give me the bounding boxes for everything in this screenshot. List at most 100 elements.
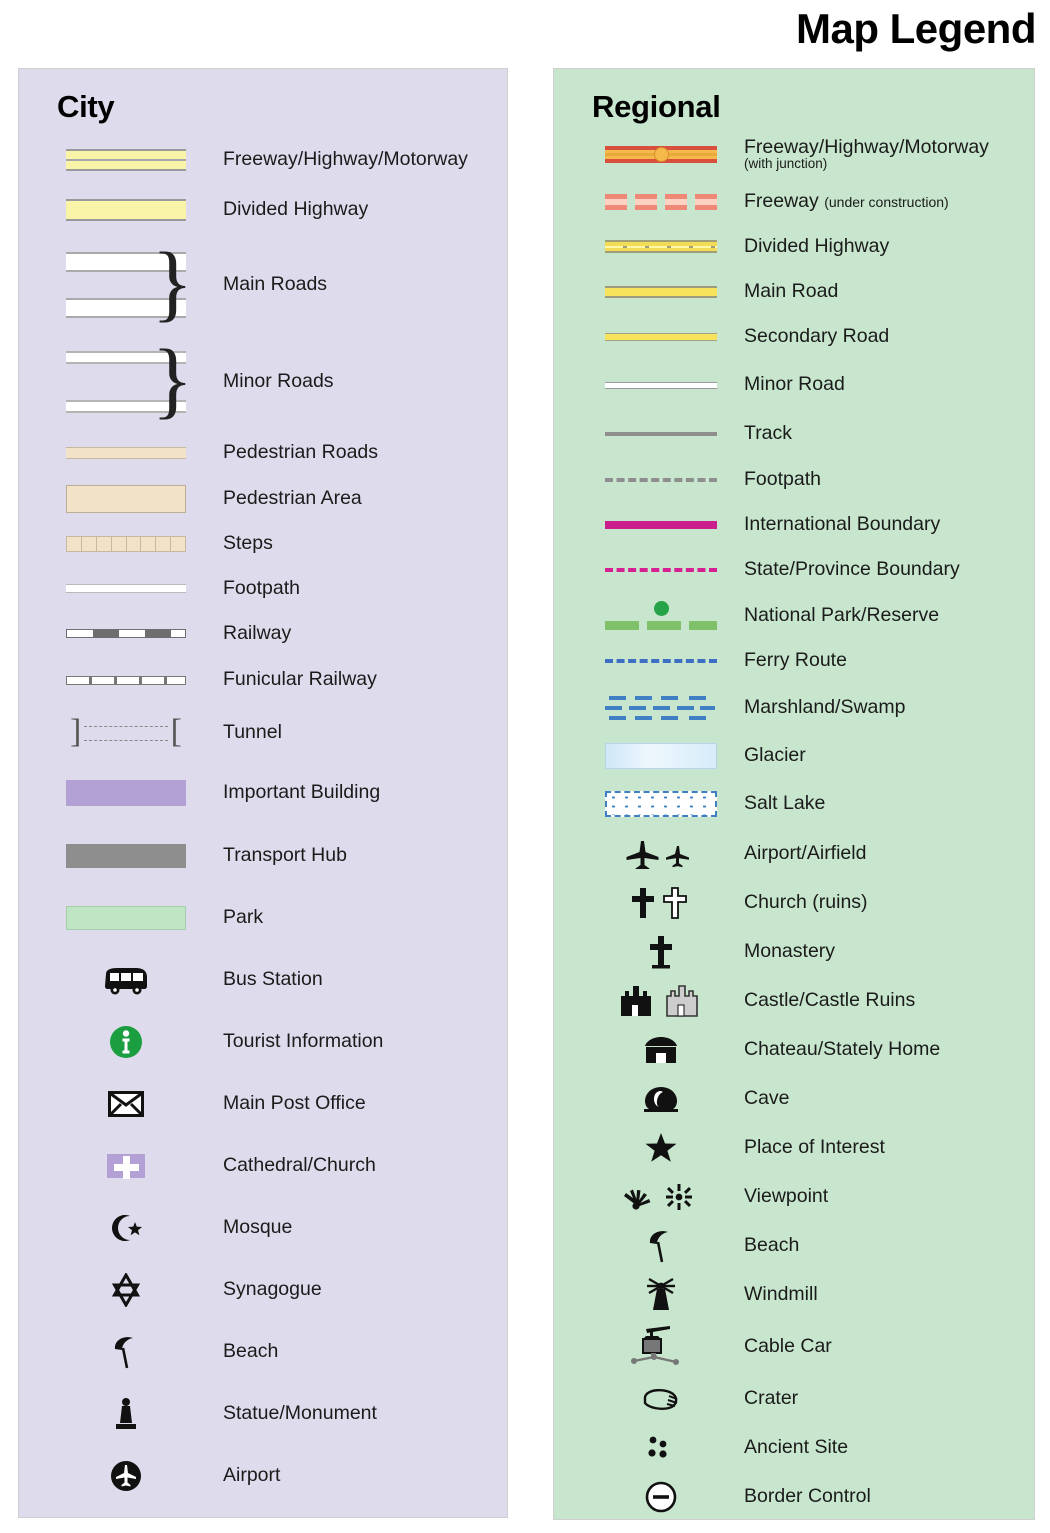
list-item[interactable]: Minor Road [554,360,1034,410]
list-item[interactable]: Important Building [19,761,507,824]
list-item[interactable]: Transport Hub [19,824,507,887]
list-item-label-main: Freeway/Highway/Motorway [744,135,989,158]
list-item[interactable]: State/Province Boundary [554,547,1034,593]
list-item[interactable]: National Park/Reserve [554,593,1034,638]
pedestrian-road-band-symbol [51,447,201,459]
list-item-label: Important Building [223,780,381,803]
list-item[interactable]: Viewpoint [554,1172,1034,1221]
list-item-label: Main Road [744,279,839,302]
list-item[interactable]: Marshland/Swamp [554,684,1034,732]
list-item[interactable]: Place of Interest [554,1123,1034,1172]
national-park-line-symbol [596,601,726,630]
list-item[interactable]: Monastery [554,927,1034,976]
list-item[interactable]: Beach [554,1221,1034,1270]
list-item[interactable]: Salt Lake [554,779,1034,829]
list-item[interactable]: Airport [19,1445,507,1507]
main-roads-group-symbol: } [51,239,201,325]
list-item[interactable]: Track [554,410,1034,458]
crater-icon-glyph [643,1388,678,1410]
list-item[interactable]: } Main Roads [19,236,507,334]
pedestrian-area-swatch-symbol [51,484,201,513]
star-of-david-icon-glyph [111,1273,141,1307]
chateau-icon-glyph [645,1036,677,1063]
list-item[interactable]: Synagogue [19,1259,507,1321]
list-item[interactable]: ] [ Tunnel [19,704,507,761]
airplane-pair-icon [596,839,726,869]
border-control-icon-glyph [645,1481,677,1512]
list-item[interactable]: Cave [554,1074,1034,1123]
crescent-star-icon [51,1212,201,1244]
funicular-band-symbol [51,675,201,685]
list-item[interactable]: Footpath [554,458,1034,502]
beach-umbrella-icon [51,1335,201,1369]
list-item-label: Airport/Airfield [744,841,867,864]
list-item[interactable]: Footpath [19,566,507,611]
list-item[interactable]: Funicular Railway [19,656,507,704]
list-item[interactable]: Railway [19,611,507,656]
list-item[interactable]: Ferry Route [554,638,1034,684]
list-item[interactable]: Freeway/Highway/Motorway (with junction) [554,128,1034,180]
list-item[interactable]: Beach [19,1321,507,1383]
list-item-label: Mosque [223,1216,293,1239]
list-item-label: Main Roads [223,273,328,296]
list-item-label: Castle/Castle Ruins [744,988,916,1011]
list-item-label: International Boundary [744,512,941,535]
list-item[interactable]: Freeway (under construction) [554,180,1034,224]
information-icon-glyph [110,1026,142,1058]
list-item[interactable]: Freeway/Highway/Motorway [19,136,507,184]
marshland-pattern-symbol [596,693,726,723]
list-item[interactable]: Cathedral/Church [19,1135,507,1197]
list-item-label: Glacier [744,743,806,766]
list-item[interactable]: Ancient Site [554,1423,1034,1472]
list-item[interactable]: Church (ruins) [554,878,1034,927]
list-item-label-main: Freeway [744,190,819,213]
list-item[interactable]: Crater [554,1374,1034,1423]
list-item-label: Bus Station [223,968,323,991]
list-item[interactable]: Pedestrian Area [19,476,507,521]
list-item[interactable]: } Minor Roads [19,334,507,430]
cross-icon [596,935,726,969]
statue-icon [51,1397,201,1431]
footpath-band-symbol [51,584,201,593]
list-item-label: Funicular Railway [223,668,377,691]
main-road-line-symbol [596,285,726,298]
list-item[interactable]: Border Control [554,1472,1034,1521]
ancient-site-icon-glyph [648,1436,667,1458]
list-item[interactable]: Secondary Road [554,314,1034,360]
list-item[interactable]: Pedestrian Roads [19,430,507,476]
airplane-pair-icon-glyph [626,840,689,869]
transport-hub-swatch-symbol [51,843,201,868]
castle-pair-icon-glyph [621,984,698,1017]
list-item[interactable]: Windmill [554,1270,1034,1319]
freeway-junction-line-symbol [596,145,726,163]
list-item[interactable]: Divided Highway [19,184,507,236]
list-item[interactable]: International Boundary [554,502,1034,547]
list-item[interactable]: Bus Station [19,949,507,1011]
list-item[interactable]: Cable Car [554,1319,1034,1374]
list-item[interactable]: Chateau/Stately Home [554,1025,1034,1074]
list-item[interactable]: Airport/Airfield [554,829,1034,878]
list-item-label: Railway [223,621,292,644]
list-item[interactable]: Main Post Office [19,1073,507,1135]
list-item-label: Park [223,906,264,929]
list-item-label: Ancient Site [744,1435,849,1458]
list-item[interactable]: Divided Highway [554,224,1034,269]
list-item[interactable]: Park [19,887,507,949]
list-item-label: Tunnel [223,720,282,743]
church-cross-icon-glyph [107,1154,145,1179]
list-item-label: Airport [223,1464,281,1487]
freeway-band-symbol [51,149,201,171]
list-item-label: Border Control [744,1484,871,1507]
list-item[interactable]: Mosque [19,1197,507,1259]
list-item[interactable]: Statue/Monument [19,1383,507,1445]
list-item[interactable]: Tourist Information [19,1011,507,1073]
list-item-label-sub: (with junction) [744,155,828,171]
list-item[interactable]: Main Road [554,269,1034,314]
list-item[interactable]: Castle/Castle Ruins [554,976,1034,1025]
list-item[interactable]: Steps [19,521,507,566]
border-control-icon [596,1481,726,1513]
list-item[interactable]: Glacier [554,732,1034,779]
glacier-swatch-symbol [596,742,726,769]
regional-panel-heading: Regional [592,89,721,124]
map-legend-page: Map Legend City Freeway/Highway/Motorway… [0,0,1050,1533]
